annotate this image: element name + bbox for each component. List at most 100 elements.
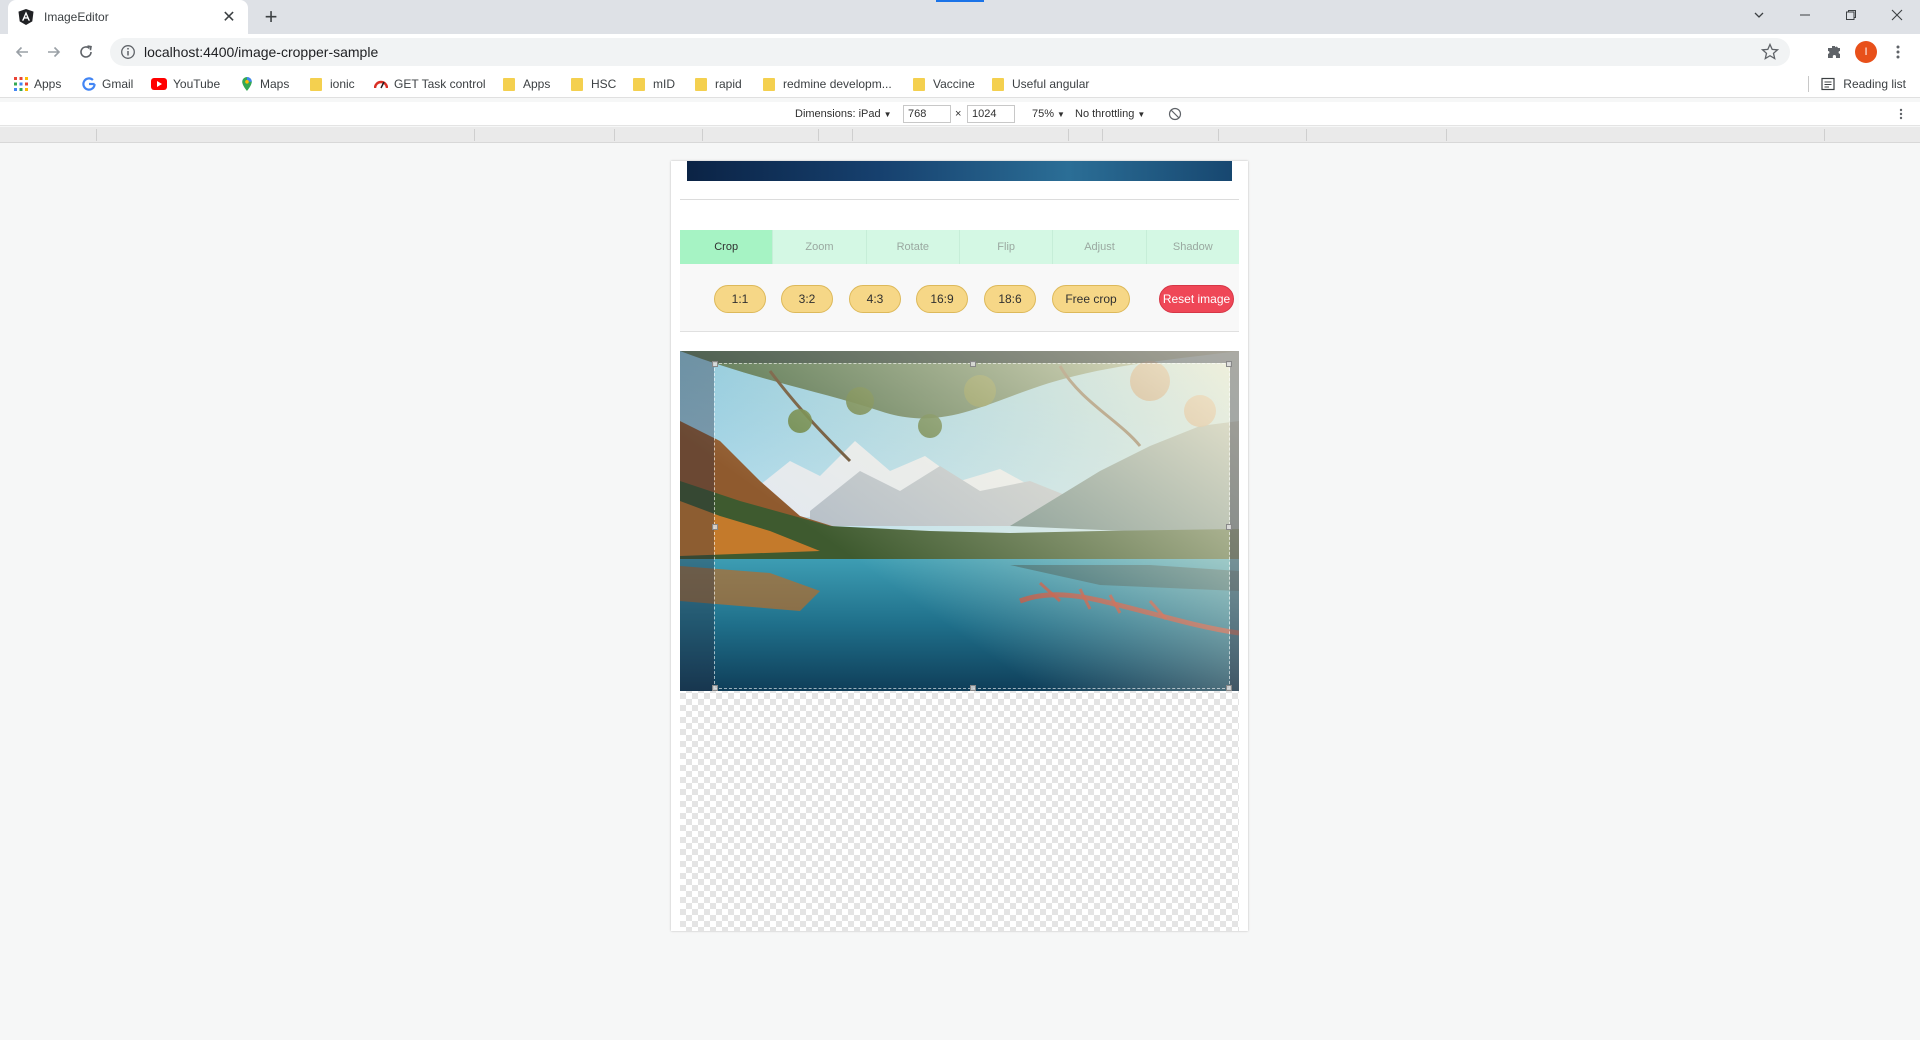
bookmark-folder-hsc[interactable]: HSC [571,75,616,93]
crop-selection[interactable] [712,361,1232,691]
reading-list-button[interactable]: Reading list [1821,75,1906,93]
width-input[interactable] [903,105,951,123]
ruler-tick [1068,129,1069,141]
editor-tabs: Crop Zoom Rotate Flip Adjust Shadow [680,230,1239,264]
bookmark-folder-rapid[interactable]: rapid [695,75,742,93]
forward-icon[interactable] [42,40,66,64]
bookmark-folder-useful-angular[interactable]: Useful angular [992,75,1089,93]
folder-icon [763,77,775,91]
rotate-device-icon[interactable] [1168,106,1182,122]
folder-icon [913,77,925,91]
ruler-tick [852,129,853,141]
reload-icon[interactable] [74,40,98,64]
window-close-icon[interactable] [1874,0,1920,30]
tab-search-icon[interactable] [1736,0,1782,30]
ruler-tick [1306,129,1307,141]
back-icon[interactable] [10,40,34,64]
throttling-select[interactable]: No throttling ▼ [1075,106,1145,122]
new-tab-icon[interactable]: + [258,5,284,31]
bookmark-folder-apps[interactable]: Apps [503,75,550,93]
media-query-ruler [0,127,1920,143]
tab-rotate[interactable]: Rotate [867,230,960,264]
info-icon[interactable] [120,44,136,60]
device-menu-icon[interactable] [1899,106,1903,122]
tab-crop[interactable]: Crop [680,230,774,264]
ratio-1-1-button[interactable]: 1:1 [714,285,766,313]
ratio-4-3-button[interactable]: 4:3 [849,285,901,313]
crop-handle-bottom[interactable] [970,685,976,691]
ratio-18-6-button[interactable]: 18:6 [984,285,1036,313]
tab-adjust[interactable]: Adjust [1053,230,1147,264]
crop-handle-top-right[interactable] [1226,361,1232,367]
ruler-tick [1824,129,1825,141]
ruler-tick [96,129,97,141]
ruler-tick [614,129,615,141]
zoom-select[interactable]: 75% ▼ [1032,106,1065,122]
ruler-tick [1446,129,1447,141]
height-input[interactable] [967,105,1015,123]
crop-handle-bottom-right[interactable] [1226,685,1232,691]
crop-handle-top-left[interactable] [712,361,718,367]
google-icon [82,77,96,91]
throttling-label: No throttling [1075,108,1135,120]
close-icon[interactable]: ✕ [220,7,238,27]
profile-avatar[interactable]: I [1854,40,1878,64]
task-control-icon [374,80,388,89]
tab-flip[interactable]: Flip [960,230,1054,264]
cropped-preview-image [687,161,1232,181]
folder-icon [633,77,645,91]
emulated-viewport: Crop Zoom Rotate Flip Adjust Shadow 1:1 … [0,144,1920,1040]
caret-down-icon: ▼ [883,109,892,119]
folder-icon [503,77,515,91]
menu-icon[interactable] [1886,40,1910,64]
ruler-tick [702,129,703,141]
bookmark-label: ionic [330,77,355,91]
minimize-icon[interactable] [1782,0,1828,30]
ruler-tick [474,129,475,141]
restore-icon[interactable] [1828,0,1874,30]
tab-shadow[interactable]: Shadow [1147,230,1239,264]
crop-handle-left[interactable] [712,524,718,530]
url-text[interactable]: localhost:4400/image-cropper-sample [144,44,1760,60]
bookmark-label: rapid [715,77,742,91]
bookmark-label: redmine developm... [783,77,892,91]
bookmark-apps[interactable]: Apps [14,75,61,93]
ratio-16-9-button[interactable]: 16:9 [916,285,968,313]
ratio-3-2-button[interactable]: 3:2 [781,285,833,313]
crop-handle-top[interactable] [970,361,976,367]
zoom-label: 75% [1032,108,1055,120]
tab-zoom[interactable]: Zoom [773,230,867,264]
dimensions-label: Dimensions: iPad [795,108,881,120]
bookmark-label: Apps [34,77,62,91]
address-bar[interactable]: localhost:4400/image-cropper-sample [110,38,1790,66]
ruler-tick [1102,129,1103,141]
browser-toolbar: localhost:4400/image-cropper-sample I [0,34,1920,70]
crop-handle-right[interactable] [1226,524,1232,530]
tab-indicator [936,0,984,2]
bookmark-folder-redmine[interactable]: redmine developm... [763,75,892,93]
bookmark-task-control[interactable]: GET Task control [374,75,486,93]
folder-icon [310,77,322,91]
device-select[interactable]: Dimensions: iPad ▼ [795,106,892,122]
bookmark-label: Useful angular [1012,77,1090,91]
maps-icon [242,77,252,91]
bookmark-folder-vaccine[interactable]: Vaccine [913,75,975,93]
crop-handle-bottom-left[interactable] [712,685,718,691]
browser-tab[interactable]: ImageEditor ✕ [8,0,248,34]
bookmark-label: Apps [523,77,551,91]
star-icon[interactable] [1760,42,1780,62]
ruler-tick [1218,129,1219,141]
reset-image-button[interactable]: Reset image [1159,285,1234,313]
crop-ratio-toolbar: 1:1 3:2 4:3 16:9 18:6 Free crop Reset im… [680,264,1239,332]
bookmark-folder-ionic[interactable]: ionic [310,75,355,93]
bookmark-gmail[interactable]: Gmail [82,75,133,93]
bookmark-label: Maps [260,77,290,91]
bookmark-label: Vaccine [933,77,975,91]
cropper-canvas[interactable] [680,351,1239,931]
bookmark-folder-mid[interactable]: mID [633,75,675,93]
bookmark-maps[interactable]: Maps [240,75,289,93]
extensions-icon[interactable] [1822,40,1846,64]
free-crop-button[interactable]: Free crop [1052,285,1130,313]
folder-icon [695,77,707,91]
bookmark-youtube[interactable]: YouTube [151,75,220,93]
